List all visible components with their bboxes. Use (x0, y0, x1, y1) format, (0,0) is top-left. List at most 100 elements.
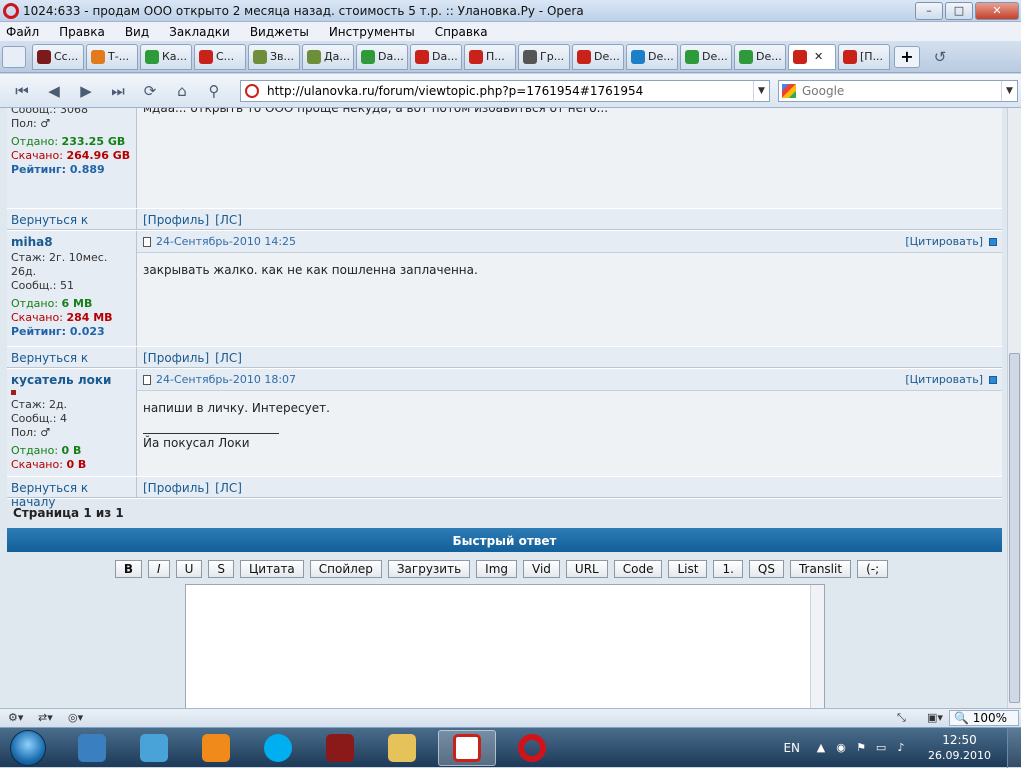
tab-7[interactable]: Da... (410, 43, 462, 70)
bbcode-button[interactable]: Vid (523, 560, 560, 578)
post-date[interactable]: 24-Сентябрь-2010 14:25 (156, 235, 296, 248)
quote-button[interactable]: [Цитировать] (905, 373, 983, 386)
monitor-icon[interactable]: ▭ (874, 741, 888, 755)
post-link-icon[interactable] (143, 374, 151, 385)
turbo-icon[interactable]: ⇄▾ (38, 711, 60, 725)
back-to-top-link[interactable]: Вернуться к началу (7, 477, 137, 509)
tab-15[interactable]: [П... (838, 43, 890, 70)
pm-link[interactable]: [ЛС] (215, 351, 242, 365)
author-name[interactable]: кусатель локи (11, 373, 132, 387)
back-to-top-link[interactable]: Вернуться к началу (7, 347, 137, 379)
bbcode-button[interactable]: Загрузить (387, 560, 471, 578)
flag-icon[interactable]: ⚑ (854, 741, 868, 755)
reply-textarea[interactable] (185, 584, 825, 708)
tab-12[interactable]: De... (680, 43, 732, 70)
zoom-level[interactable]: 🔍 100% (949, 710, 1019, 726)
author-name[interactable]: miha8 (11, 235, 132, 249)
bbcode-button[interactable]: (-; (857, 560, 889, 578)
tab-14[interactable]: ✕ (788, 43, 836, 70)
bbcode-button[interactable]: Цитата (239, 560, 304, 578)
menu-file[interactable]: Файл (6, 25, 39, 39)
bbcode-button[interactable]: U (175, 560, 203, 578)
forward-icon[interactable]: ▶ (72, 79, 100, 103)
tab-10[interactable]: De... (572, 43, 624, 70)
game-app[interactable] (314, 730, 366, 766)
start-button[interactable] (10, 729, 46, 766)
tab-3[interactable]: С... (194, 43, 246, 70)
minimize-button[interactable]: – (915, 1, 943, 20)
url-input[interactable]: http://ulanovka.ru/forum/viewtopic.php?p… (240, 79, 770, 102)
menu-edit[interactable]: Правка (59, 25, 105, 39)
bbcode-button[interactable]: 1. (713, 560, 743, 578)
rewind-icon[interactable]: ⏮ (8, 79, 36, 103)
fast-forward-icon[interactable]: ⏭ (104, 79, 132, 103)
quote-button[interactable]: [Цитировать] (905, 235, 983, 248)
tab-4[interactable]: Зв... (248, 43, 300, 70)
unite-icon[interactable]: ◎▾ (68, 711, 90, 725)
textarea-scrollbar[interactable] (810, 585, 824, 708)
profile-link[interactable]: [Профиль] (143, 351, 209, 365)
tab-5[interactable]: Да... (302, 43, 354, 70)
opera-app[interactable] (506, 730, 558, 766)
language-indicator[interactable]: EN (783, 741, 800, 755)
bbcode-button[interactable]: I (148, 560, 170, 578)
maximize-button[interactable]: □ (945, 1, 973, 20)
tab-2[interactable]: Ка... (140, 43, 192, 70)
pinball-app[interactable] (66, 730, 118, 766)
post-link-icon[interactable] (143, 236, 151, 247)
tab-close-icon[interactable]: ✕ (814, 50, 823, 63)
tab-8[interactable]: П... (464, 43, 516, 70)
post-date[interactable]: 24-Сентябрь-2010 18:07 (156, 373, 296, 386)
menu-widgets[interactable]: Виджеты (250, 25, 309, 39)
search-input[interactable]: Google ▼ (778, 79, 1018, 102)
profile-link[interactable]: [Профиль] (143, 213, 209, 227)
select-post-icon[interactable] (989, 237, 997, 246)
bbcode-button[interactable]: Translit (789, 560, 852, 578)
images-icon[interactable]: ▣▾ (927, 711, 949, 725)
bbcode-button[interactable]: List (668, 560, 708, 578)
wand-icon[interactable]: ⚲ (200, 79, 228, 103)
new-tab-button[interactable]: + (894, 45, 920, 68)
tab-6[interactable]: Da... (356, 43, 408, 70)
player-app[interactable] (190, 730, 242, 766)
bbcode-button[interactable]: URL (565, 560, 608, 578)
menu-bookmarks[interactable]: Закладки (169, 25, 230, 39)
home-icon[interactable]: ⌂ (168, 79, 196, 103)
bbcode-button[interactable]: Code (613, 560, 663, 578)
page-scrollbar[interactable] (1007, 108, 1021, 708)
tab-11[interactable]: De... (626, 43, 678, 70)
bbcode-button[interactable]: QS (748, 560, 784, 578)
scrollbar-thumb[interactable] (1009, 353, 1020, 703)
menu-help[interactable]: Справка (435, 25, 488, 39)
tab-0[interactable]: Сс... (32, 43, 84, 70)
select-post-icon[interactable] (989, 375, 997, 384)
ulanovka-app[interactable] (438, 729, 496, 766)
trash-icon[interactable]: ↺ (926, 45, 954, 69)
back-to-top-link[interactable]: Вернуться к началу (7, 209, 137, 241)
clock[interactable]: 12:50 26.09.2010 (928, 733, 991, 763)
search-dropdown-icon[interactable]: ▼ (1001, 80, 1017, 101)
fit-width-icon[interactable]: ⤡ (897, 711, 919, 725)
media-player-app[interactable] (128, 730, 180, 766)
tray-arrow-icon[interactable]: ▲ (814, 741, 828, 755)
panel-toggle-button[interactable] (2, 45, 26, 68)
tab-9[interactable]: Гр... (518, 43, 570, 70)
pm-link[interactable]: [ЛС] (215, 481, 242, 495)
menu-view[interactable]: Вид (125, 25, 149, 39)
tab-13[interactable]: De... (734, 43, 786, 70)
back-icon[interactable]: ◀ (40, 79, 68, 103)
volume-icon[interactable]: ♪ (894, 741, 908, 755)
pm-link[interactable]: [ЛС] (215, 213, 242, 227)
bbcode-button[interactable]: Спойлер (309, 560, 382, 578)
show-desktop-button[interactable] (1007, 727, 1021, 768)
network-icon[interactable]: ◉ (834, 741, 848, 755)
explorer-app[interactable] (376, 730, 428, 766)
bbcode-button[interactable]: B (114, 560, 143, 578)
url-dropdown-icon[interactable]: ▼ (753, 80, 769, 101)
profile-link[interactable]: [Профиль] (143, 481, 209, 495)
skype-app[interactable] (252, 730, 304, 766)
close-button[interactable]: ✕ (975, 1, 1019, 20)
bbcode-button[interactable]: S (208, 560, 234, 578)
reload-icon[interactable]: ⟳ (136, 79, 164, 103)
bbcode-button[interactable]: Img (476, 560, 518, 578)
